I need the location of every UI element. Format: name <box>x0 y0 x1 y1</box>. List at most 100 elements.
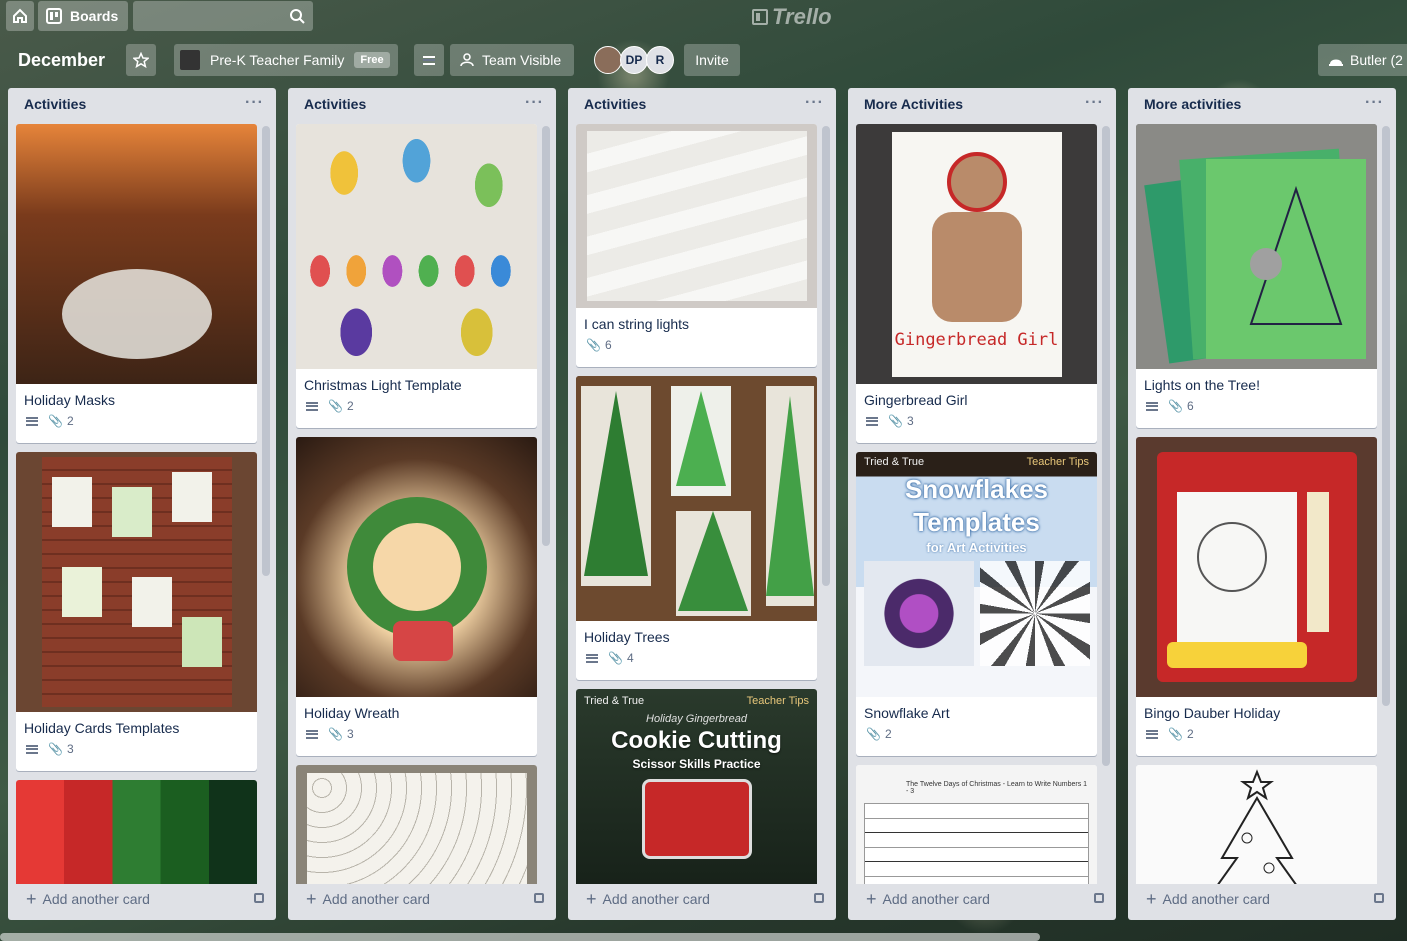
cover-subtitle: Holiday Gingerbread <box>646 713 747 725</box>
card-cover-image <box>16 452 257 712</box>
cover-caption: for Art Activities <box>926 540 1027 555</box>
card[interactable]: I can string lights 📎 6 <box>576 124 817 367</box>
card[interactable]: Christmas Light Template 📎 2 <box>296 124 537 428</box>
add-card-button[interactable]: + Add another card <box>856 884 1108 914</box>
list-icon <box>423 55 435 65</box>
card-badges: 📎 4 <box>576 647 817 673</box>
list-scrollbar[interactable] <box>822 126 830 586</box>
board-menu-toggle[interactable] <box>414 44 444 76</box>
list-menu-button[interactable]: ··· <box>525 94 544 112</box>
description-icon <box>866 416 878 426</box>
list-scrollbar[interactable] <box>262 126 270 576</box>
board-horizontal-scrollbar[interactable] <box>0 933 1040 941</box>
card[interactable]: Holiday Wreath 📎 3 <box>296 437 537 756</box>
butler-icon <box>1329 59 1343 66</box>
list-scrollbar[interactable] <box>542 126 550 546</box>
holiday-trees-artwork <box>576 376 817 621</box>
card-cover-image <box>1136 437 1377 697</box>
list-menu-button[interactable]: ··· <box>245 94 264 112</box>
card[interactable] <box>16 780 257 884</box>
cover-heading: Cookie Cutting <box>611 727 782 754</box>
list-scrollbar[interactable] <box>1102 126 1110 766</box>
card[interactable]: Holiday Masks 📎 2 <box>16 124 257 443</box>
gingerbread-girl-drawing: Gingerbread Girl <box>891 131 1062 377</box>
card-badges: 📎 3 <box>16 738 257 764</box>
snowflake-photos <box>863 561 1090 666</box>
visibility-label: Team Visible <box>482 52 562 68</box>
list-menu-button[interactable]: ··· <box>1085 94 1104 112</box>
home-button[interactable] <box>6 1 34 31</box>
cover-heading: Snowflakes <box>904 474 1049 504</box>
trello-logo[interactable]: Trello <box>752 4 832 30</box>
card[interactable]: Tried & True Teacher Tips Holiday Ginger… <box>576 689 817 884</box>
plus-icon: + <box>26 888 37 909</box>
list: Activities ··· Christmas Light Template … <box>288 88 556 920</box>
card[interactable]: Holiday Cards Templates 📎 3 <box>16 452 257 771</box>
team-visible-icon <box>460 53 474 67</box>
card[interactable] <box>296 765 537 884</box>
card-template-icon[interactable] <box>1374 893 1384 903</box>
cover-brand-left: Tried & True <box>864 456 925 468</box>
card-cover-image <box>296 124 537 369</box>
card-title: Bingo Dauber Holiday <box>1144 705 1281 721</box>
card-badges: 📎 3 <box>296 723 537 749</box>
attachment-count: 3 <box>346 727 354 741</box>
card-template-icon[interactable] <box>1094 893 1104 903</box>
card-title: Gingerbread Girl <box>864 392 968 408</box>
attachment-icon: 📎 <box>586 338 601 352</box>
cookie-jar-image <box>641 779 752 859</box>
attachment-icon: 📎 <box>328 399 343 413</box>
description-icon <box>586 653 598 663</box>
add-card-button[interactable]: + Add another card <box>16 884 268 914</box>
card-template-icon[interactable] <box>254 893 264 903</box>
visibility-button[interactable]: Team Visible <box>450 44 574 76</box>
butler-button[interactable]: Butler (2 <box>1318 44 1407 76</box>
star-button[interactable] <box>126 44 156 76</box>
list-title[interactable]: Activities <box>24 96 86 112</box>
add-card-button[interactable]: + Add another card <box>1136 884 1388 914</box>
card-cover-image <box>296 437 537 697</box>
card-title: Lights on the Tree! <box>1144 377 1260 393</box>
add-card-button[interactable]: + Add another card <box>576 884 828 914</box>
list-title[interactable]: More activities <box>1144 96 1241 112</box>
home-icon <box>13 8 27 23</box>
boards-button[interactable]: Boards <box>38 1 128 31</box>
card-container: Christmas Light Template 📎 2 Holiday Wrea… <box>296 124 537 884</box>
member-avatar-photo[interactable] <box>594 46 622 74</box>
card-container: Gingerbread Girl Gingerbread Girl 📎 3 Tri… <box>856 124 1097 884</box>
card[interactable]: The Twelve Days of Christmas - Learn to … <box>856 765 1097 884</box>
search-icon[interactable] <box>289 8 305 24</box>
card[interactable]: Tried & True Teacher Tips Snowflakes Tem… <box>856 452 1097 756</box>
member-avatar-r[interactable]: R <box>646 46 674 74</box>
add-card-button[interactable]: + Add another card <box>296 884 548 914</box>
bingo-dauber-tray <box>1156 452 1357 682</box>
card-cover-image <box>1136 124 1377 369</box>
card-cover-image <box>16 124 257 384</box>
list: Activities ··· Holiday Masks 📎 2 Holiday… <box>8 88 276 920</box>
list-title[interactable]: Activities <box>584 96 646 112</box>
card[interactable]: Holiday Trees 📎 4 <box>576 376 817 680</box>
card[interactable]: Lights on the Tree! 📎 6 <box>1136 124 1377 428</box>
list-menu-button[interactable]: ··· <box>1365 94 1384 112</box>
search-input[interactable] <box>133 1 313 31</box>
card-template-icon[interactable] <box>814 893 824 903</box>
list-title[interactable]: More Activities <box>864 96 963 112</box>
invite-button[interactable]: Invite <box>684 44 740 76</box>
team-button[interactable]: Pre-K Teacher Family Free <box>174 44 398 76</box>
card-cover-image: Tried & True Teacher Tips Snowflakes Tem… <box>856 452 1097 697</box>
attachment-count: 2 <box>346 399 354 413</box>
card-title: I can string lights <box>584 316 690 332</box>
card[interactable] <box>1136 765 1377 884</box>
board-title[interactable]: December <box>8 44 115 76</box>
trello-logo-text: Trello <box>772 4 832 29</box>
card-badges: 📎 3 <box>856 410 1097 436</box>
card-template-icon[interactable] <box>534 893 544 903</box>
list-title[interactable]: Activities <box>304 96 366 112</box>
card[interactable]: Gingerbread Girl Gingerbread Girl 📎 3 <box>856 124 1097 443</box>
card-cover-image: Gingerbread Girl <box>856 124 1097 384</box>
list-scrollbar[interactable] <box>1382 126 1390 706</box>
member-avatar-dp[interactable]: DP <box>620 46 648 74</box>
card[interactable]: Bingo Dauber Holiday 📎 2 <box>1136 437 1377 756</box>
list-menu-button[interactable]: ··· <box>805 94 824 112</box>
attachment-count: 4 <box>626 651 634 665</box>
